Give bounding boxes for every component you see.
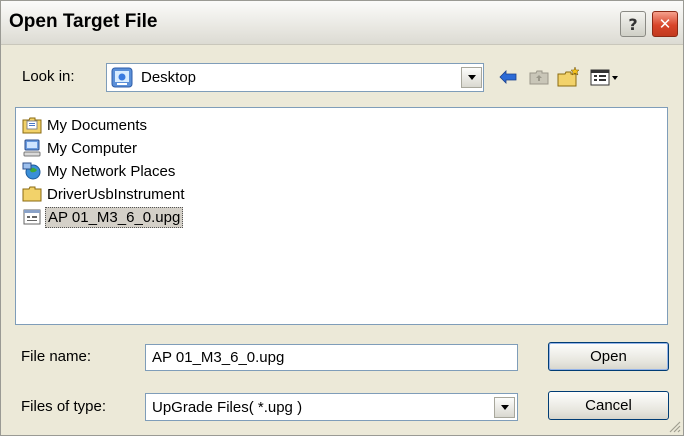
folder-icon xyxy=(22,186,42,202)
open-button[interactable]: Open xyxy=(548,342,669,371)
list-item-network-places[interactable]: My Network Places xyxy=(22,160,177,182)
look-in-dropdown-button[interactable] xyxy=(461,67,482,88)
look-in-dropdown[interactable]: Desktop xyxy=(106,63,484,92)
open-file-dialog: Open Target File ? ✕ Look in: Desktop My… xyxy=(0,0,684,436)
file-type-dropdown[interactable]: UpGrade Files( *.upg ) xyxy=(145,393,518,421)
list-item-label: AP 01_M3_6_0.upg xyxy=(45,206,184,228)
look-in-label: Look in: xyxy=(22,68,75,85)
title-bar[interactable]: Open Target File ? ✕ xyxy=(1,1,683,45)
desktop-icon xyxy=(111,67,133,88)
chevron-down-icon xyxy=(467,75,476,80)
file-list[interactable]: My Documents My Computer My Network Plac… xyxy=(15,107,668,325)
list-item-label: My Network Places xyxy=(47,162,176,180)
list-item-label: DriverUsbInstrument xyxy=(47,185,185,203)
list-item-my-documents[interactable]: My Documents xyxy=(22,114,149,136)
file-name-label: File name: xyxy=(21,348,92,365)
list-item-upg-file[interactable]: AP 01_M3_6_0.upg xyxy=(22,206,184,228)
chevron-down-icon xyxy=(500,405,509,410)
cancel-button[interactable]: Cancel xyxy=(548,391,669,420)
file-type-label: Files of type: xyxy=(21,398,107,415)
list-item-label: My Computer xyxy=(47,139,138,157)
my-computer-icon xyxy=(23,139,41,157)
up-folder-icon[interactable] xyxy=(528,65,550,89)
dialog-title: Open Target File xyxy=(9,11,158,32)
look-in-value: Desktop xyxy=(141,69,197,86)
list-item-my-computer[interactable]: My Computer xyxy=(22,137,139,159)
back-arrow-icon[interactable] xyxy=(498,65,518,89)
file-name-input[interactable] xyxy=(145,344,518,371)
network-places-icon xyxy=(22,162,41,180)
my-documents-icon xyxy=(22,117,42,134)
upg-file-icon xyxy=(23,209,41,225)
file-type-value: UpGrade Files( *.upg ) xyxy=(152,399,303,416)
close-button[interactable]: ✕ xyxy=(652,11,678,37)
list-item-label: My Documents xyxy=(47,116,148,134)
resize-grip-icon[interactable] xyxy=(669,421,681,433)
new-folder-icon[interactable] xyxy=(556,65,582,89)
file-type-dropdown-button[interactable] xyxy=(494,397,515,418)
view-menu-icon[interactable] xyxy=(589,65,621,89)
help-button[interactable]: ? xyxy=(620,11,646,37)
list-item-driverusbinstrument[interactable]: DriverUsbInstrument xyxy=(22,183,187,205)
